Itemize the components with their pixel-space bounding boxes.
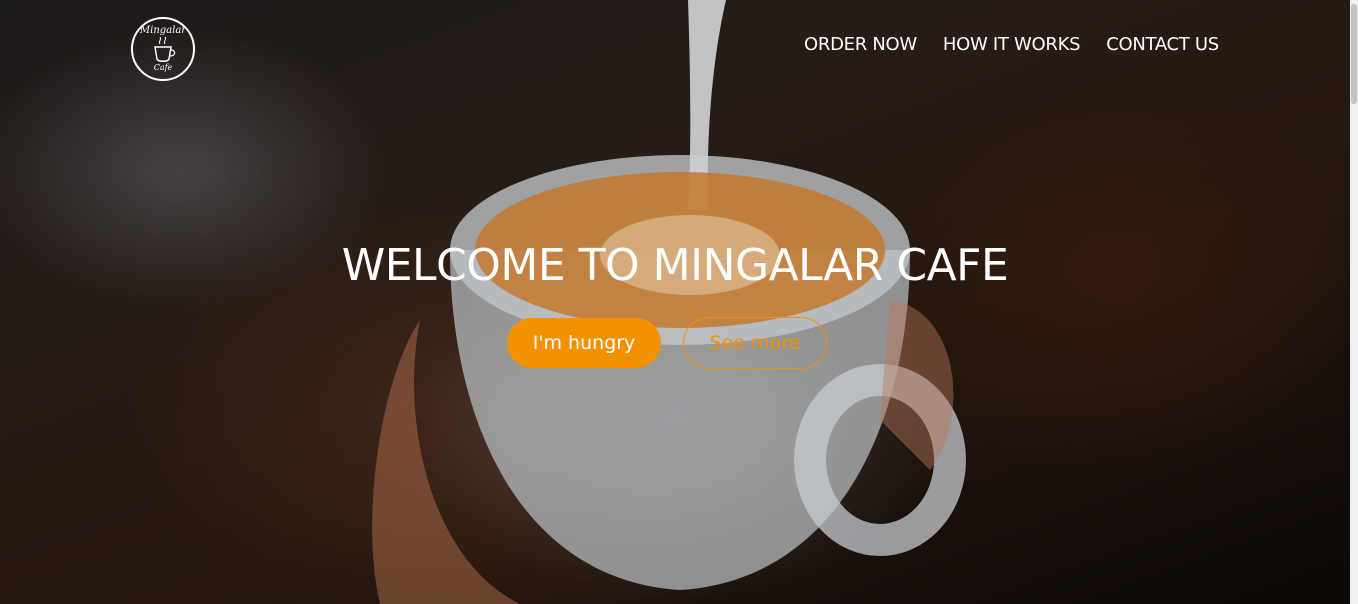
nav-contact-us[interactable]: CONTACT US bbox=[1106, 34, 1219, 55]
latte-cup-illustration bbox=[372, 0, 966, 604]
nav-order-now[interactable]: ORDER NOW bbox=[804, 34, 917, 55]
see-more-button[interactable]: See more bbox=[683, 317, 827, 369]
main-nav: ORDER NOW HOW IT WORKS CONTACT US bbox=[804, 34, 1219, 55]
logo-name: Mingalar bbox=[139, 25, 187, 36]
logo-subtitle: Cafe bbox=[153, 63, 173, 72]
im-hungry-button[interactable]: I'm hungry bbox=[507, 318, 661, 368]
scrollbar[interactable] bbox=[1350, 0, 1358, 604]
hero-background bbox=[0, 0, 1350, 604]
hero-title: WELCOME TO MINGALAR CAFE bbox=[341, 240, 1009, 291]
scrollbar-thumb[interactable] bbox=[1351, 4, 1357, 104]
nav-how-it-works[interactable]: HOW IT WORKS bbox=[943, 34, 1081, 55]
logo[interactable]: Mingalar Cafe bbox=[131, 17, 195, 81]
